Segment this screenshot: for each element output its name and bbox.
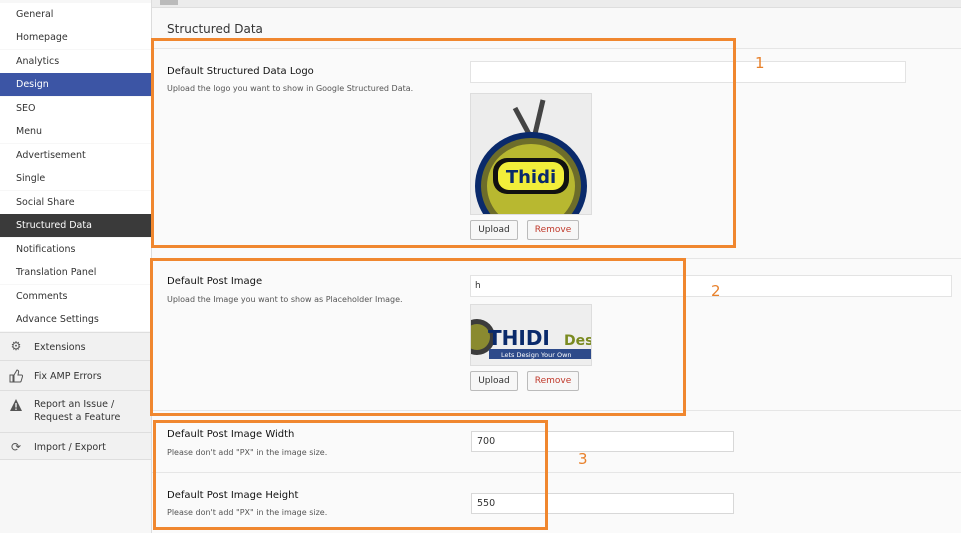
sidebar-item-advertisement[interactable]: Advertisement	[0, 144, 151, 167]
thumbs-up-icon	[9, 369, 24, 383]
sidebar-item-homepage[interactable]: Homepage	[0, 26, 151, 49]
top-strip	[152, 0, 961, 8]
sidebar-item-design[interactable]: Design	[0, 73, 151, 96]
sidebar-extensions[interactable]: ⚙ Extensions	[0, 332, 151, 360]
section-title: Structured Data	[167, 22, 263, 36]
settings-sidebar: General Homepage Analytics Design SEO Me…	[0, 0, 152, 533]
app-root: General Homepage Analytics Design SEO Me…	[0, 0, 961, 533]
sidebar-item-menu[interactable]: Menu	[0, 120, 151, 143]
sidebar-item-comments[interactable]: Comments	[0, 285, 151, 308]
extensions-label: Extensions	[34, 342, 86, 353]
top-tab	[160, 0, 178, 5]
sidebar-item-seo[interactable]: SEO	[0, 97, 151, 120]
sidebar-item-translation-panel[interactable]: Translation Panel	[0, 261, 151, 284]
annotation-number-1: 1	[755, 54, 765, 72]
request-feature-label: Request a Feature	[34, 412, 121, 423]
gear-icon: ⚙	[10, 339, 22, 353]
sidebar-item-single[interactable]: Single	[0, 167, 151, 190]
refresh-icon: ⟳	[10, 440, 22, 454]
annotation-box-2	[150, 258, 686, 416]
sidebar-fix-amp-errors[interactable]: Fix AMP Errors	[0, 360, 151, 390]
annotation-box-1	[151, 38, 736, 248]
sidebar-item-general[interactable]: General	[0, 3, 151, 26]
import-export-label: Import / Export	[34, 442, 106, 453]
warning-icon	[9, 398, 23, 412]
sidebar-item-analytics[interactable]: Analytics	[0, 50, 151, 73]
sidebar-item-advance-settings[interactable]: Advance Settings	[0, 308, 151, 331]
annotation-box-3	[153, 420, 548, 530]
annotation-number-2: 2	[711, 282, 721, 300]
sidebar-item-social-share[interactable]: Social Share	[0, 191, 151, 214]
sidebar-item-notifications[interactable]: Notifications	[0, 238, 151, 261]
report-issue-label: Report an Issue /	[34, 399, 115, 410]
fix-amp-errors-label: Fix AMP Errors	[34, 371, 102, 382]
sidebar-import-export[interactable]: ⟳ Import / Export	[0, 432, 151, 460]
sidebar-item-structured-data[interactable]: Structured Data	[0, 214, 151, 237]
sidebar-report-issue[interactable]: Report an Issue / Request a Feature	[0, 390, 151, 432]
annotation-number-3: 3	[578, 450, 588, 468]
